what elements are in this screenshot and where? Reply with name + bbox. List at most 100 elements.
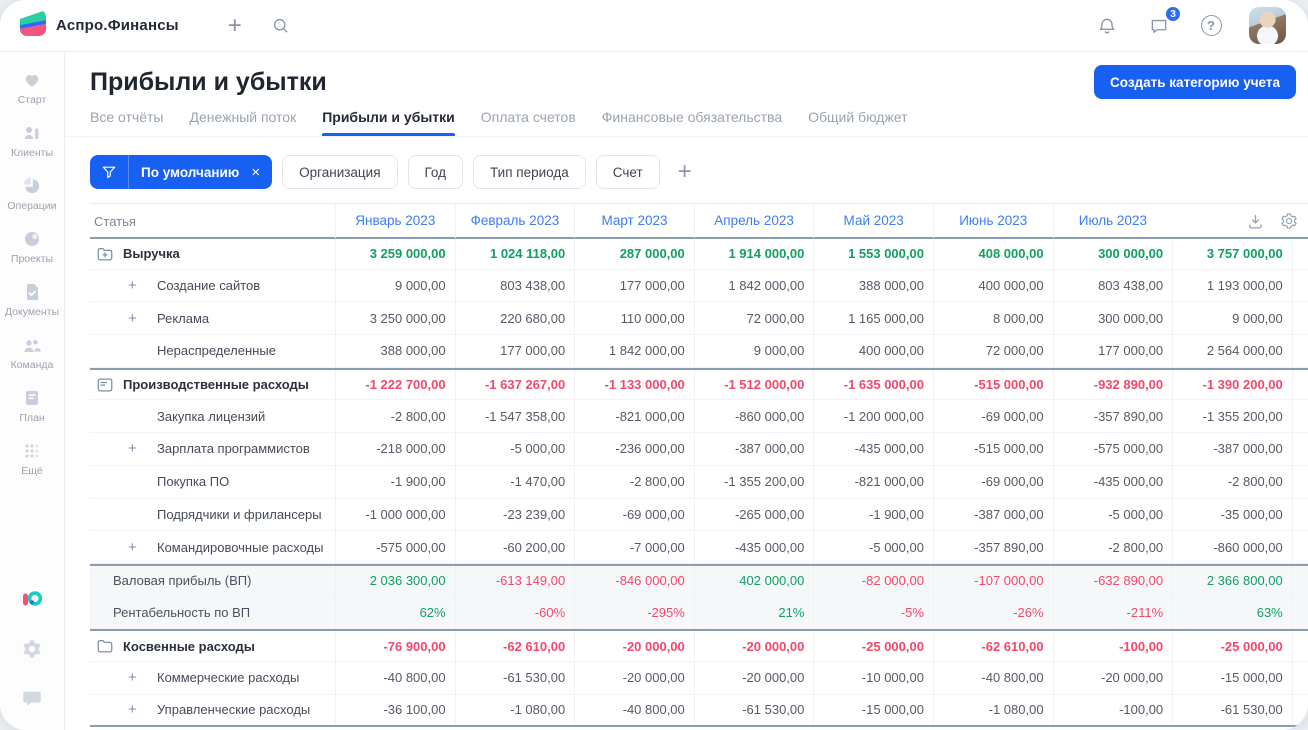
cell-value: 1 914 000,00 xyxy=(693,239,814,269)
cell-value: -1 080,00 xyxy=(932,694,1053,726)
messages-icon[interactable]: 3 xyxy=(1145,4,1182,40)
cell-value: -1 512 000,00 xyxy=(693,369,814,400)
row-label[interactable]: + Зарплата программистов xyxy=(90,433,335,465)
tab-2[interactable]: Денежный поток xyxy=(189,109,296,136)
cell-value: 2 366 800,00 xyxy=(1172,565,1292,596)
download-icon[interactable] xyxy=(1247,213,1264,230)
cell-value: 110 000,00 xyxy=(574,302,694,335)
table-row: Подрядчики и фрилансеры -1 000 000,00 -23 … xyxy=(90,498,1308,532)
gear-icon[interactable] xyxy=(21,638,43,665)
expand-plus-icon[interactable]: + xyxy=(128,440,148,457)
cell-value: -2 800,00 xyxy=(1052,531,1173,563)
row-label[interactable]: + Коммерческие расходы xyxy=(90,662,335,694)
month-header-5: Май 2023 xyxy=(813,204,933,238)
sidebar-item-more[interactable]: Ещё xyxy=(21,441,43,477)
table-row: Рентабельность по ВП 62% -60% -295% 21% -5% -2… xyxy=(90,596,1308,630)
tab-3[interactable]: Прибыли и убытки xyxy=(322,109,455,136)
cell-value: 21% xyxy=(693,596,814,629)
cell-value: 1 165 000,00 xyxy=(813,302,933,335)
add-filter-icon[interactable]: + xyxy=(678,160,692,184)
sidebar-item-clients[interactable]: Клиенты xyxy=(11,123,53,159)
tab-4[interactable]: Оплата счетов xyxy=(481,109,576,136)
cell-value: -218 000,00 xyxy=(335,433,455,465)
row-label[interactable]: + Командировочные расходы xyxy=(90,531,335,563)
row-label[interactable]: Закупка лицензий xyxy=(90,400,335,432)
cell-value: -357 890,00 xyxy=(1052,400,1173,433)
filter-chip-3[interactable]: Тип периода xyxy=(473,155,586,189)
row-label-text: Выручка xyxy=(123,246,180,262)
plan-icon xyxy=(22,388,42,408)
row-label[interactable]: Выручка xyxy=(90,239,335,269)
row-label[interactable]: + Реклама xyxy=(90,302,335,334)
table-row: Нераспределенные 388 000,00 177 000,00 1 84… xyxy=(90,335,1308,368)
settings-icon[interactable] xyxy=(1280,212,1298,230)
row-label-text: Косвенные расходы xyxy=(123,638,255,654)
bell-icon[interactable] xyxy=(1093,12,1121,40)
app-window: Аспро.Финансы + 3 ? Старт Клиенты Операции… xyxy=(0,0,1308,730)
tab-6[interactable]: Общий бюджет xyxy=(808,109,907,136)
row-label[interactable]: Подрядчики и фрилансеры xyxy=(90,499,335,531)
row-label[interactable]: + Управленческие расходы xyxy=(90,695,335,726)
avatar[interactable] xyxy=(1249,7,1286,44)
sidebar-item-operations[interactable]: Операции xyxy=(7,176,57,212)
tab-5[interactable]: Финансовые обязательства xyxy=(602,109,782,136)
cell-value: -860 000,00 xyxy=(1172,531,1292,563)
expand-plus-icon[interactable]: + xyxy=(128,539,148,556)
cell-value: -387 000,00 xyxy=(1172,433,1292,465)
tab-1[interactable]: Все отчёты xyxy=(90,109,163,136)
create-category-button[interactable]: Создать категорию учета xyxy=(1094,65,1296,99)
sidebar-item-start[interactable]: Старт xyxy=(18,70,46,106)
row-label[interactable]: Нераспределенные xyxy=(90,335,335,367)
cell-value: -5 000,00 xyxy=(454,433,575,465)
logo-mini-icon[interactable] xyxy=(20,587,44,616)
cell-value: -387 000,00 xyxy=(932,498,1053,531)
cell-value: -35 000,00 xyxy=(1172,498,1292,531)
expand-plus-icon[interactable]: + xyxy=(128,701,148,718)
sidebar-footer xyxy=(20,587,44,714)
sidebar-item-plan[interactable]: План xyxy=(19,388,45,424)
filter-chip-2[interactable]: Год xyxy=(407,155,464,189)
row-label[interactable]: + Создание сайтов xyxy=(90,270,335,302)
expand-plus-icon[interactable]: + xyxy=(128,310,148,327)
table-row: Косвенные расходы -76 900,00 -62 610,00 -20… xyxy=(90,629,1308,662)
cell-value: -20 000,00 xyxy=(574,661,694,694)
sidebar-item-documents[interactable]: Документы xyxy=(5,282,59,318)
cell-sliver xyxy=(1291,369,1308,400)
sidebar-item-projects[interactable]: Проекты xyxy=(11,229,53,265)
add-icon[interactable]: + xyxy=(221,12,249,40)
cell-sliver xyxy=(1291,498,1308,531)
expand-plus-icon[interactable]: + xyxy=(128,669,148,686)
row-label-text: Коммерческие расходы xyxy=(157,670,300,686)
cell-value: 402 000,00 xyxy=(693,565,814,596)
filter-chip-4[interactable]: Счет xyxy=(595,155,660,189)
row-label[interactable]: Покупка ПО xyxy=(90,466,335,498)
row-label-text: Командировочные расходы xyxy=(157,539,324,555)
filter-default-chip[interactable]: По умолчанию × xyxy=(90,155,273,189)
cell-sliver xyxy=(1291,694,1308,726)
report-table: Статья Январь 2023 Февраль 2023 Март 2023 А… xyxy=(90,203,1308,728)
cell-value: 408 000,00 xyxy=(932,239,1053,269)
filter-chip-1[interactable]: Организация xyxy=(282,155,398,189)
cell-value: -69 000,00 xyxy=(574,498,694,531)
table-row: Производственные расходы -1 222 700,00 -1 … xyxy=(90,367,1308,401)
chat-icon[interactable] xyxy=(21,687,43,714)
sidebar-item-team[interactable]: Команда xyxy=(11,335,53,371)
cell-value: 2 036 300,00 xyxy=(335,565,455,596)
help-icon[interactable]: ? xyxy=(1197,12,1225,40)
cell-value: 1 193 000,00 xyxy=(1172,269,1292,302)
row-label[interactable]: Производственные расходы xyxy=(90,370,335,400)
cell-value: -60% xyxy=(454,596,575,629)
cell-value: 3 259 000,00 xyxy=(335,239,455,269)
table-row: + Создание сайтов 9 000,00 803 438,00 177 00… xyxy=(90,269,1308,303)
sidebar: Старт Клиенты Операции Проекты Документы Кома… xyxy=(0,52,65,730)
cell-value: -515 000,00 xyxy=(932,433,1053,465)
filter-chips: Организация Год Тип периода Счет xyxy=(282,155,660,189)
cell-value: -435 000,00 xyxy=(813,433,933,465)
cell-value: -1 900,00 xyxy=(813,498,933,531)
cell-value: 1 842 000,00 xyxy=(574,335,694,367)
search-icon[interactable] xyxy=(267,12,295,40)
close-icon[interactable]: × xyxy=(245,164,272,181)
row-label[interactable]: Косвенные расходы xyxy=(90,631,335,661)
expand-plus-icon[interactable]: + xyxy=(128,277,148,294)
cell-value: -295% xyxy=(574,596,694,629)
